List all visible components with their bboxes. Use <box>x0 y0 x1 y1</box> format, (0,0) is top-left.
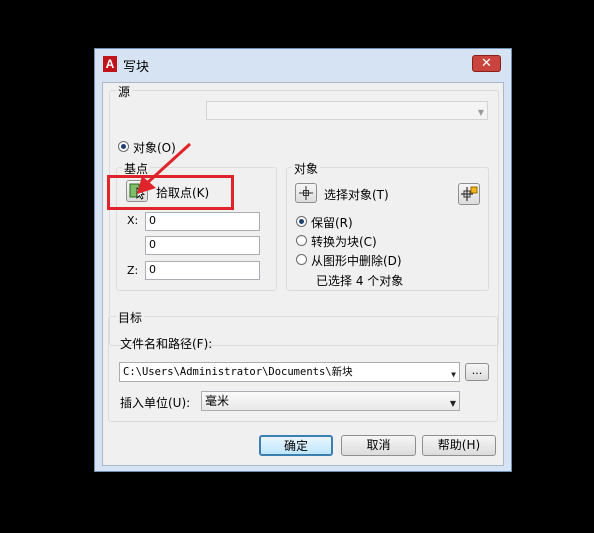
units-value: 毫米 <box>205 394 230 408</box>
window-title: 写块 <box>123 60 150 75</box>
units-select[interactable]: 毫米 ▼ <box>201 391 460 411</box>
filename-combobox[interactable]: C:\Users\Administrator\Documents\新块 ▼ <box>119 362 460 382</box>
filename-value: C:\Users\Administrator\Documents\新块 <box>123 366 353 378</box>
filename-label: 文件名和路径(F): <box>120 337 213 351</box>
title-bar[interactable]: A 写块 ✕ <box>95 49 511 79</box>
destination-area: 目标 文件名和路径(F): C:\Users\Administrator\Doc… <box>102 82 504 466</box>
autocad-app-icon: A <box>103 56 117 72</box>
chevron-down-icon[interactable]: ▼ <box>450 395 456 410</box>
units-label: 插入单位(U): <box>120 396 191 410</box>
browse-button[interactable]: ... <box>465 363 489 381</box>
close-button[interactable]: ✕ <box>472 55 501 72</box>
destination-group-label: 目标 <box>116 309 145 326</box>
help-button[interactable]: 帮助(H) <box>422 435 496 456</box>
chevron-down-icon[interactable]: ▼ <box>451 366 456 381</box>
ok-button[interactable]: 确定 <box>259 435 333 456</box>
cancel-button[interactable]: 取消 <box>341 435 416 456</box>
